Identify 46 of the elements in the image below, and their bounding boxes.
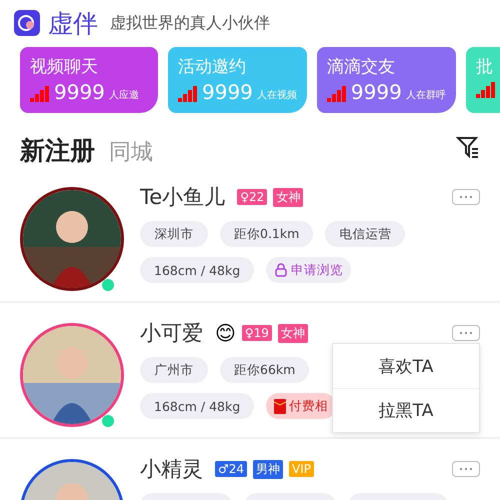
feature-count: 9999	[350, 82, 402, 102]
envelope-icon	[274, 398, 286, 414]
feature-caption: 人应邀	[108, 88, 139, 102]
info-tag: 深圳市	[140, 221, 208, 247]
user-badge: 女神	[278, 324, 308, 342]
logo-icon	[14, 10, 40, 36]
age-badge: ♂24	[215, 461, 248, 477]
info-tag: 广州市	[140, 357, 208, 383]
tab[interactable]: 同城	[109, 137, 153, 167]
feature-count: 9999	[54, 82, 105, 102]
user-badge: VIP	[289, 461, 314, 477]
menu-item[interactable]: 拉黑TA	[333, 388, 479, 432]
user-badge: 男神	[253, 460, 284, 478]
user-name: 小可爱	[140, 320, 203, 347]
menu-item[interactable]: 喜欢TA	[333, 344, 479, 388]
info-tag: 168cm / 48kg	[140, 393, 254, 419]
tab[interactable]: 新注册	[20, 134, 95, 167]
feature-title: 滴滴交友	[326, 56, 396, 78]
feature-caption: 人在群呼	[406, 88, 446, 102]
signal-bars-icon	[326, 86, 347, 102]
app-name: 虚伴	[48, 8, 98, 40]
feature-card[interactable]: 滴滴交友 9999 人在群呼	[316, 47, 456, 113]
user-name: Te小鱼儿	[140, 184, 226, 211]
feature-count: 9999	[202, 82, 253, 102]
user-badge: 女神	[273, 188, 304, 206]
slogan: 虚拟世界的真人小伙伴	[110, 12, 270, 34]
info-tag: 距你66km	[220, 357, 310, 383]
info-tag: 距你0.1km	[220, 221, 314, 247]
age-badge: ♀19	[242, 325, 272, 341]
user-name: 小精灵	[140, 456, 203, 483]
feature-title: 活动邀约	[178, 56, 247, 78]
info-tag: 168cm / 48kg	[140, 257, 254, 283]
feature-card[interactable]: 活动邀约 9999 人在视频	[168, 47, 307, 113]
lock-icon	[274, 263, 288, 277]
age-badge: ♀22	[237, 189, 268, 205]
feature-title: 视频聊天	[30, 56, 99, 78]
info-tag: 电信运营	[325, 221, 406, 247]
feature-title: 批	[476, 56, 494, 78]
signal-bars-icon	[476, 82, 496, 98]
signal-bars-icon	[30, 86, 50, 102]
signal-bars-icon	[178, 86, 198, 102]
feature-card[interactable]: 视频聊天 9999 人应邀	[20, 47, 158, 113]
emoji: 😊	[215, 321, 236, 345]
filter-icon[interactable]	[456, 135, 480, 159]
request-view-button[interactable]: 申请浏览	[266, 257, 352, 283]
feature-caption: 人在视频	[256, 88, 297, 102]
